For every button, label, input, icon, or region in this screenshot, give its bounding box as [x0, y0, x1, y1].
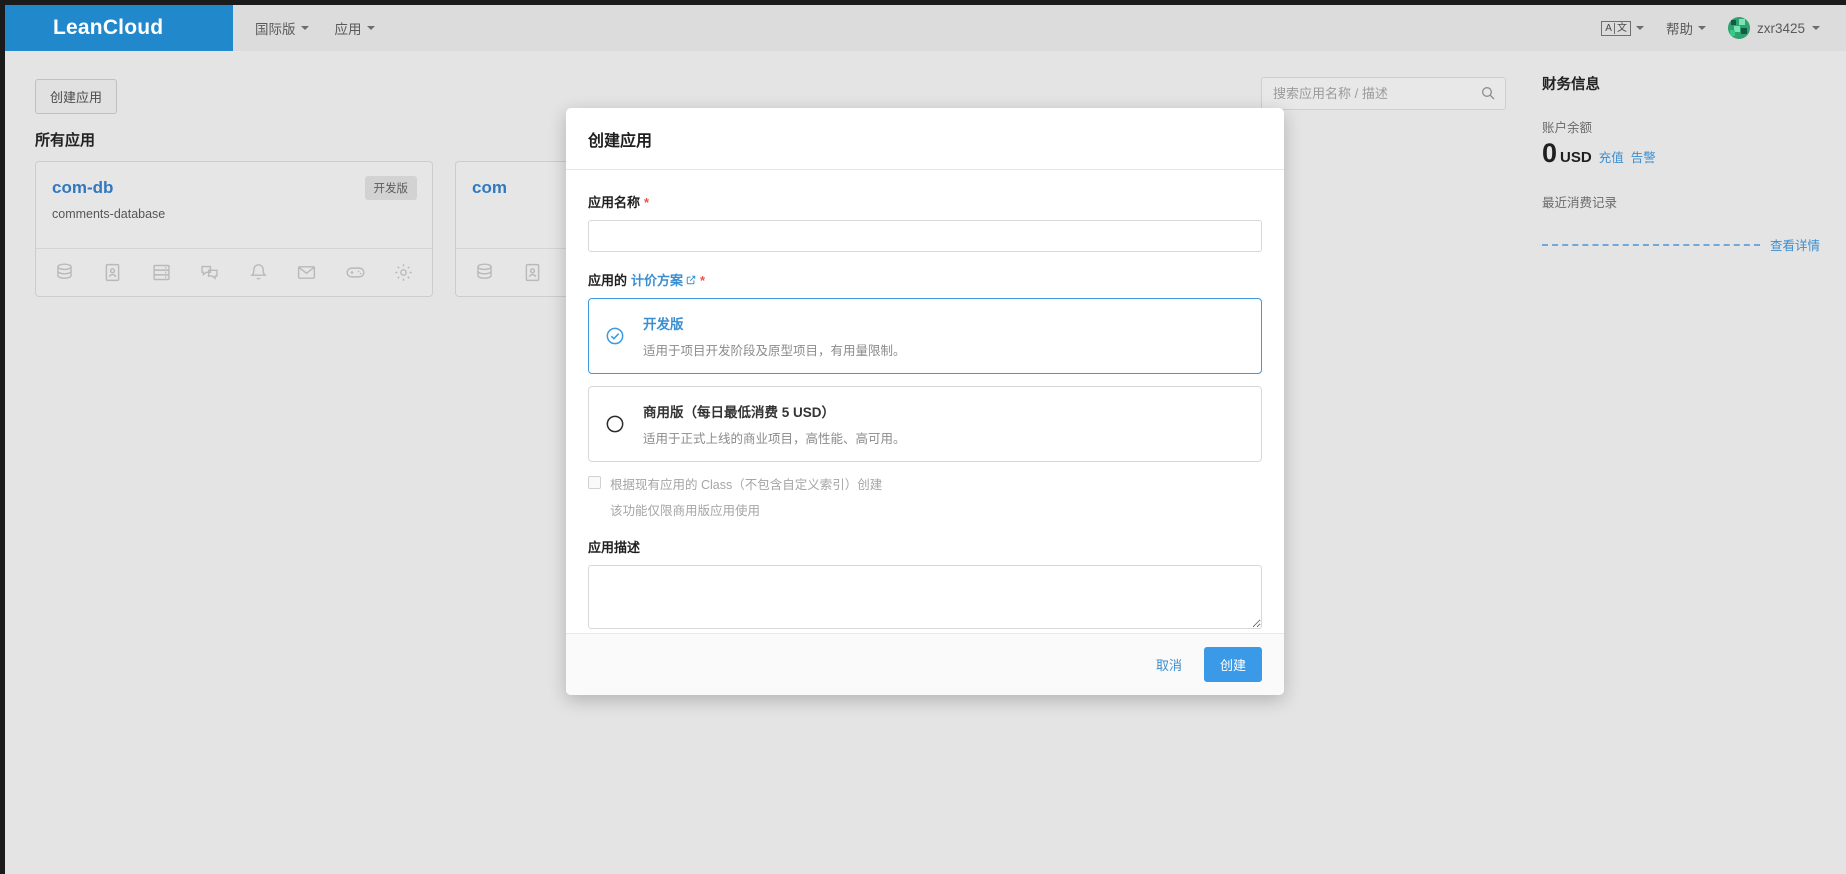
- search-icon[interactable]: [1480, 85, 1496, 101]
- view-detail-link[interactable]: 查看详情: [1770, 235, 1820, 254]
- app-name-input[interactable]: [588, 220, 1262, 252]
- nav-item-region-label: 国际版: [255, 22, 296, 37]
- navbar-right: A 文 帮助 zxr3425: [1601, 17, 1846, 39]
- balance-row: 0 USD 充值 告警: [1542, 138, 1820, 169]
- balance-label: 账户余额: [1542, 121, 1593, 135]
- app-card-header: com-db comments-database 开发版: [36, 162, 432, 248]
- storage-icon[interactable]: [151, 262, 172, 283]
- plan-label-row: 应用的 计价方案 *: [588, 270, 1262, 289]
- brand-logo[interactable]: LeanCloud: [5, 5, 233, 51]
- user-menu[interactable]: zxr3425: [1727, 17, 1820, 39]
- clone-class-hint: 该功能仅限商用版应用使用: [610, 504, 761, 518]
- chevron-down-icon: [366, 26, 375, 30]
- chevron-down-icon: [300, 26, 309, 30]
- required-asterisk: *: [644, 195, 650, 210]
- finance-sidebar: 财务信息 账户余额 0 USD 充值 告警 最近消费记录 查看详情: [1516, 51, 1846, 254]
- search-box: [1261, 77, 1506, 110]
- nav-item-help-label: 帮助: [1665, 22, 1693, 37]
- page-content: 创建应用 所有应用 com-db comments-database 开发版: [5, 51, 1846, 874]
- pricing-plan-link[interactable]: 计价方案: [631, 270, 696, 289]
- description-label: 应用描述: [588, 540, 641, 555]
- alert-link[interactable]: 告警: [1631, 147, 1656, 166]
- modal-body: 应用名称 * 应用的 计价方案 * 开发版 适用于项目开发阶段及原型项目，有用量…: [566, 170, 1284, 633]
- chevron-down-icon: [1812, 26, 1820, 30]
- plan-option-commercial-title: 商用版（每日最低消费 5 USD）: [643, 405, 836, 420]
- plan-option-dev-desc: 适用于项目开发阶段及原型项目，有用量限制。: [643, 344, 906, 358]
- description-textarea[interactable]: [588, 565, 1262, 629]
- cancel-button[interactable]: 取消: [1142, 648, 1196, 681]
- pricing-plan-link-label: 计价方案: [631, 273, 684, 288]
- browser-viewport: LeanCloud 国际版 应用 A 文 帮助 zxr3425 创建应用 所有应…: [5, 5, 1846, 874]
- translate-icon-cjk: 文: [1613, 22, 1627, 34]
- clone-class-label: 根据现有应用的 Class（不包含自定义索引）创建: [610, 478, 883, 492]
- recent-spend-chart: 查看详情: [1542, 235, 1820, 254]
- bell-icon[interactable]: [248, 262, 269, 283]
- app-card-description: comments-database: [52, 207, 166, 221]
- gear-icon[interactable]: [393, 262, 414, 283]
- page-title: 所有应用: [35, 132, 96, 149]
- chat-icon[interactable]: [199, 262, 220, 283]
- clone-class-checkbox-row[interactable]: 根据现有应用的 Class（不包含自定义索引）创建: [588, 474, 1262, 493]
- language-switcher[interactable]: A 文: [1601, 20, 1644, 36]
- translate-icon: A 文: [1601, 20, 1631, 36]
- balance-currency: USD: [1560, 149, 1592, 166]
- plan-option-commercial[interactable]: 商用版（每日最低消费 5 USD） 适用于正式上线的商业项目，高性能、高可用。: [588, 386, 1262, 462]
- app-name-label: 应用名称: [588, 195, 641, 210]
- spend-dashed-line: [1542, 243, 1760, 246]
- nav-links: 国际版 应用: [255, 18, 375, 38]
- nav-item-apps-label: 应用: [334, 22, 362, 37]
- plan-option-commercial-text: 商用版（每日最低消费 5 USD） 适用于正式上线的商业项目，高性能、高可用。: [643, 401, 906, 447]
- search-input[interactable]: [1261, 77, 1506, 110]
- external-link-icon: [686, 275, 696, 284]
- clone-class-checkbox[interactable]: [588, 476, 601, 489]
- nav-item-region[interactable]: 国际版: [255, 18, 309, 38]
- app-card-shortcuts: [36, 248, 432, 296]
- create-button[interactable]: 创建: [1203, 647, 1262, 682]
- create-app-button[interactable]: 创建应用: [35, 79, 118, 114]
- plan-option-list: 开发版 适用于项目开发阶段及原型项目，有用量限制。 商用版（每日最低消费 5 U…: [588, 298, 1262, 462]
- radio-empty-icon: [606, 415, 624, 433]
- top-navbar: LeanCloud 国际版 应用 A 文 帮助 zxr3425: [5, 5, 1846, 51]
- modal-footer: 取消 创建: [566, 633, 1284, 695]
- contacts-icon[interactable]: [522, 262, 543, 283]
- contacts-icon[interactable]: [102, 262, 123, 283]
- database-icon[interactable]: [54, 262, 75, 283]
- nav-item-help[interactable]: 帮助: [1666, 18, 1706, 38]
- translate-icon-latin: A: [1605, 22, 1612, 34]
- plan-option-dev[interactable]: 开发版 适用于项目开发阶段及原型项目，有用量限制。: [588, 298, 1262, 374]
- app-card[interactable]: com-db comments-database 开发版: [35, 161, 433, 297]
- database-icon[interactable]: [474, 262, 495, 283]
- plan-option-commercial-desc: 适用于正式上线的商业项目，高性能、高可用。: [643, 432, 906, 446]
- chevron-down-icon: [1635, 26, 1644, 30]
- description-label-row: 应用描述: [588, 537, 1262, 556]
- avatar: [1727, 17, 1750, 39]
- modal-title: 创建应用: [566, 108, 1284, 170]
- nav-item-apps[interactable]: 应用: [335, 18, 375, 38]
- mail-icon[interactable]: [296, 262, 317, 283]
- game-icon[interactable]: [345, 262, 366, 283]
- user-name-label: zxr3425: [1756, 20, 1805, 36]
- recent-spend-label: 最近消费记录: [1542, 196, 1618, 210]
- plan-option-dev-text: 开发版 适用于项目开发阶段及原型项目，有用量限制。: [643, 313, 906, 359]
- app-card-name[interactable]: com-db: [52, 178, 416, 198]
- required-asterisk: *: [700, 273, 706, 288]
- plan-option-dev-title: 开发版: [643, 317, 684, 332]
- status-badge: 开发版: [364, 176, 417, 200]
- chevron-down-icon: [1697, 26, 1706, 30]
- app-name-label-row: 应用名称 *: [588, 192, 1262, 211]
- create-app-modal: 创建应用 应用名称 * 应用的 计价方案 * 开发版 适用于项目开发阶段及原型项…: [566, 108, 1284, 695]
- recharge-link[interactable]: 充值: [1599, 147, 1624, 166]
- plan-label-prefix: 应用的: [588, 273, 628, 288]
- finance-title: 财务信息: [1542, 77, 1600, 93]
- balance-value: 0: [1542, 138, 1558, 168]
- check-circle-icon: [606, 327, 624, 345]
